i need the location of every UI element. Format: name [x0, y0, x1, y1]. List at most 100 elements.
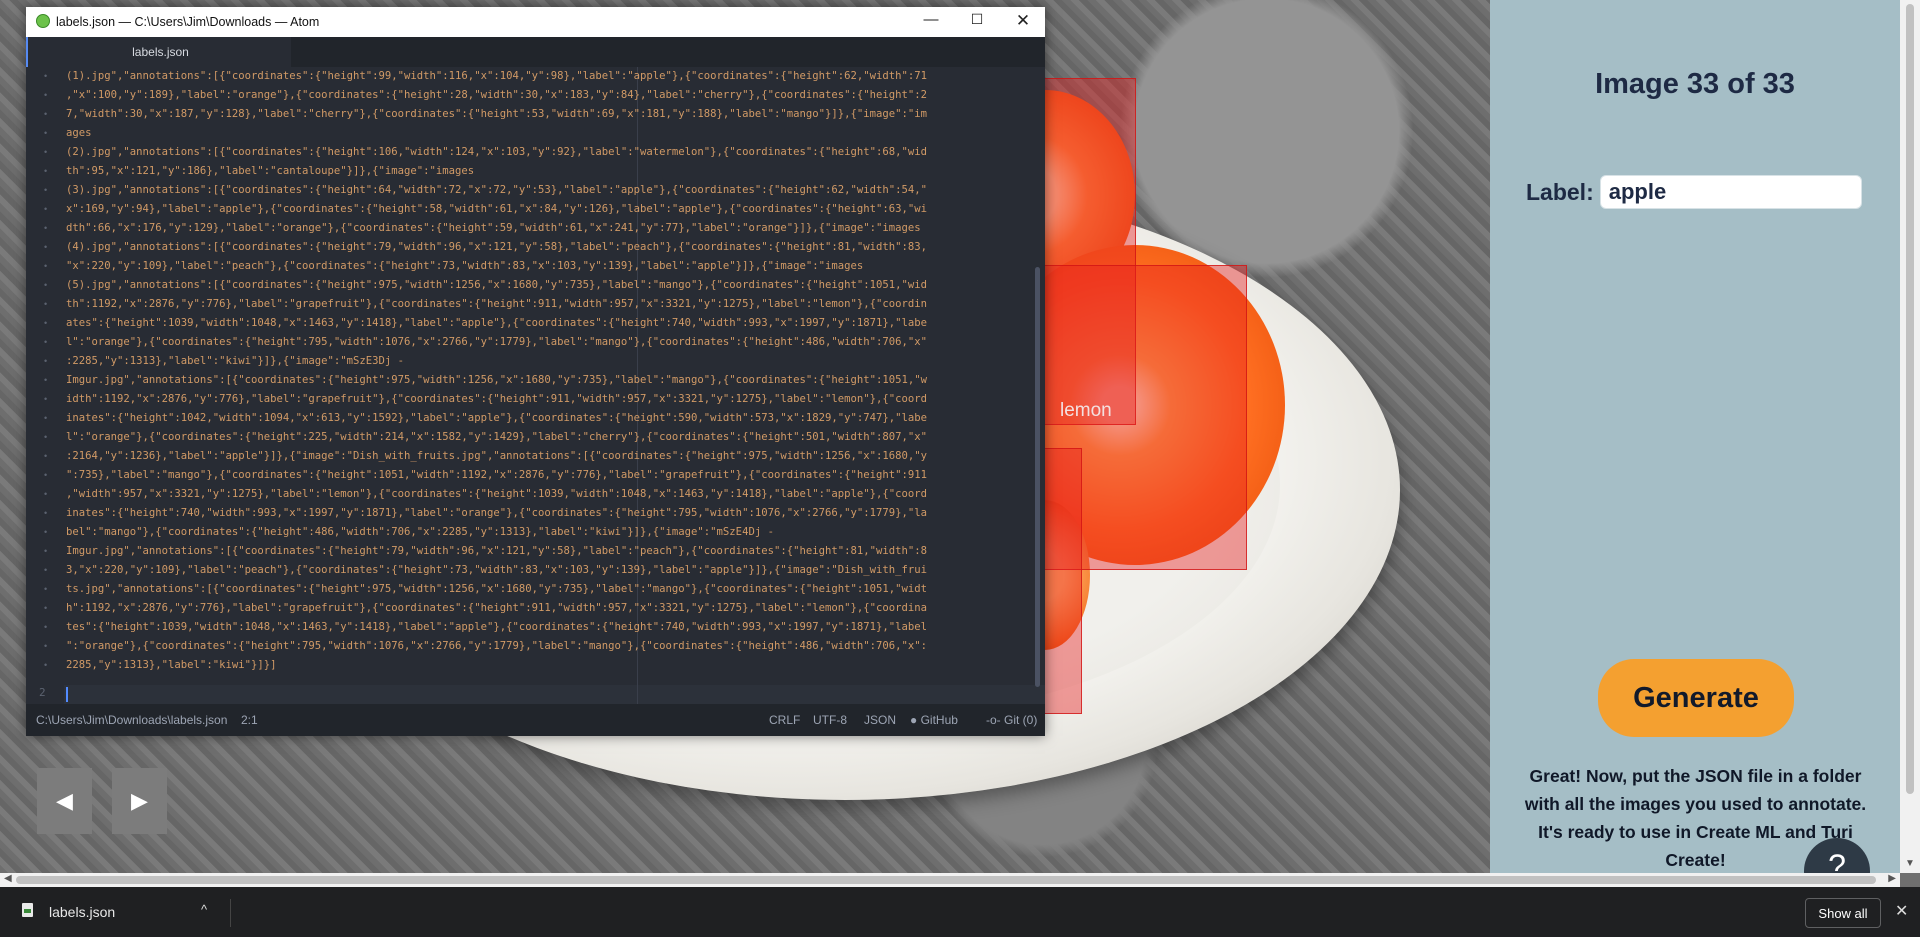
code-editor[interactable]: • • • • • • • • • • • • • • • • • • • • • • • • • • • • • • • • 2 (1).j… [26, 67, 1045, 704]
status-grammar[interactable]: JSON [864, 713, 896, 727]
wrap-indicator: • [44, 584, 48, 594]
editor-scrollbar[interactable] [1035, 267, 1040, 687]
status-encoding[interactable]: UTF-8 [813, 713, 847, 727]
code-line: ":735},"label":"mango"},{"coordinates":{… [66, 469, 928, 481]
image-counter-title: Image 33 of 33 [1595, 68, 1795, 100]
code-line: idth":1192,"x":2876,"y":776},"label":"gr… [66, 393, 928, 405]
close-window-button[interactable]: ✕ [1001, 11, 1045, 33]
code-line: tes":{"height":1039,"width":1048,"x":146… [66, 621, 928, 633]
wrap-indicator: • [44, 622, 48, 632]
show-all-button[interactable]: Show all [1805, 898, 1881, 928]
github-icon: ● [910, 713, 918, 727]
code-line: (3).jpg","annotations":[{"coordinates":{… [66, 184, 928, 196]
wrap-indicator: • [44, 185, 48, 195]
code-line: (2).jpg","annotations":[{"coordinates":{… [66, 146, 928, 158]
download-file-name[interactable]: labels.json [49, 904, 115, 920]
wrap-indicator: • [44, 375, 48, 385]
tab-label: labels.json [132, 45, 189, 59]
status-cursor-position[interactable]: 2:1 [241, 713, 258, 727]
atom-editor-window: labels.json — C:\Users\Jim\Downloads — A… [26, 7, 1045, 736]
wrap-indicator: • [44, 508, 48, 518]
code-line: ages [66, 127, 92, 139]
wrap-indicator: • [44, 109, 48, 119]
page-horizontal-scrollbar[interactable]: ◀ ▶ [0, 873, 1900, 887]
code-line: (4).jpg","annotations":[{"coordinates":{… [66, 241, 928, 253]
code-line: l":"orange"},{"coordinates":{"height":79… [66, 336, 928, 348]
bounding-box[interactable] [1042, 448, 1082, 714]
previous-image-button[interactable]: ◀ [37, 768, 92, 834]
window-titlebar[interactable]: labels.json — C:\Users\Jim\Downloads — A… [26, 7, 1045, 37]
code-line: Imgur.jpg","annotations":[{"coordinates"… [66, 545, 928, 557]
text-cursor [66, 687, 68, 702]
wrap-indicator: • [44, 432, 48, 442]
page-vertical-scrollbar[interactable]: ▼ [1900, 0, 1920, 873]
label-row: Label: [1526, 175, 1862, 209]
wrap-indicator: • [44, 660, 48, 670]
scroll-down-arrow-icon[interactable]: ▼ [1905, 858, 1915, 869]
code-line: (5).jpg","annotations":[{"coordinates":{… [66, 279, 928, 291]
code-line: h":1192,"x":2876,"y":776},"label":"grape… [66, 602, 928, 614]
code-line: ,"width":957,"x":3321,"y":1275},"label":… [66, 488, 928, 500]
git-commit-icon: -o- [986, 713, 1001, 727]
status-git[interactable]: -o- Git (0) [986, 713, 1037, 727]
vertical-scrollbar-thumb[interactable] [1906, 4, 1914, 794]
status-line-ending[interactable]: CRLF [769, 713, 800, 727]
file-icon [22, 903, 33, 917]
label-caption: Label: [1526, 178, 1594, 205]
wrap-indicator: • [44, 641, 48, 651]
wrap-indicator: • [44, 71, 48, 81]
code-line: "x":220,"y":109},"label":"peach"},{"coor… [66, 260, 864, 272]
next-image-button[interactable]: ▶ [112, 768, 167, 834]
bounding-box-label: lemon [1060, 400, 1112, 421]
tab-labels-json[interactable]: labels.json [26, 37, 291, 67]
scroll-right-arrow-icon[interactable]: ▶ [1888, 873, 1896, 884]
code-line: x":169,"y":94},"label":"apple"},{"coordi… [66, 203, 928, 215]
minimize-button[interactable]: — [909, 11, 953, 33]
wrap-indicator: • [44, 356, 48, 366]
maximize-button[interactable]: ☐ [955, 11, 999, 33]
wrap-indicator: • [44, 603, 48, 613]
wrap-indicator: • [44, 147, 48, 157]
line-number: 2 [39, 686, 46, 699]
status-file-path[interactable]: C:\Users\Jim\Downloads\labels.json [36, 713, 227, 727]
editor-tab-bar: labels.json [26, 37, 1045, 67]
code-line: bel":"mango"},{"coordinates":{"height":4… [66, 526, 774, 538]
scroll-left-arrow-icon[interactable]: ◀ [4, 873, 12, 884]
code-line: inates":{"height":1042,"width":1094,"x":… [66, 412, 928, 424]
wrap-indicator: • [44, 299, 48, 309]
wrap-indicator: • [44, 565, 48, 575]
code-line: l":"orange"},{"coordinates":{"height":22… [66, 431, 928, 443]
code-line: :2285,"y":1313},"label":"kiwi"}]},{"imag… [66, 355, 405, 367]
wrap-indicator: • [44, 470, 48, 480]
wrap-indicator: • [44, 204, 48, 214]
close-download-bar-icon[interactable]: ✕ [1895, 901, 1908, 921]
code-content[interactable]: (1).jpg","annotations":[{"coordinates":{… [66, 67, 1041, 675]
status-bar: C:\Users\Jim\Downloads\labels.json 2:1 C… [26, 704, 1045, 736]
line-gutter: • • • • • • • • • • • • • • • • • • • • • • • • • • • • • • • • [26, 67, 64, 704]
wrap-indicator: • [44, 223, 48, 233]
code-line: :2164,"y":1236},"label":"apple"}]},{"ima… [66, 450, 928, 462]
wrap-indicator: • [44, 128, 48, 138]
chevron-up-icon[interactable]: ^ [201, 902, 207, 917]
label-input[interactable] [1599, 175, 1862, 209]
wrap-indicator: • [44, 394, 48, 404]
code-line: th":1192,"x":2876,"y":776},"label":"grap… [66, 298, 928, 310]
status-github[interactable]: ● GitHub [910, 713, 958, 727]
code-line: 2285,"y":1313},"label":"kiwi"}]}] [66, 659, 277, 671]
horizontal-scrollbar-thumb[interactable] [16, 876, 1876, 884]
code-line: ,"x":100,"y":189},"label":"orange"},{"co… [66, 89, 928, 101]
code-line: ":"orange"},{"coordinates":{"height":795… [66, 640, 928, 652]
code-line: 3,"x":220,"y":109},"label":"peach"},{"co… [66, 564, 928, 576]
generate-button[interactable]: Generate [1598, 659, 1794, 737]
wrap-indicator: • [44, 166, 48, 176]
divider [230, 899, 231, 927]
wrap-indicator: • [44, 90, 48, 100]
code-line: inates":{"height":740,"width":993,"x":19… [66, 507, 928, 519]
download-bar: labels.json ^ Show all ✕ [0, 887, 1920, 937]
wrap-indicator: • [44, 318, 48, 328]
cursor-line-highlight [26, 685, 1045, 704]
wrap-indicator: • [44, 242, 48, 252]
git-label: Git (0) [1004, 713, 1038, 727]
github-label: GitHub [920, 713, 958, 727]
wrap-indicator: • [44, 527, 48, 537]
